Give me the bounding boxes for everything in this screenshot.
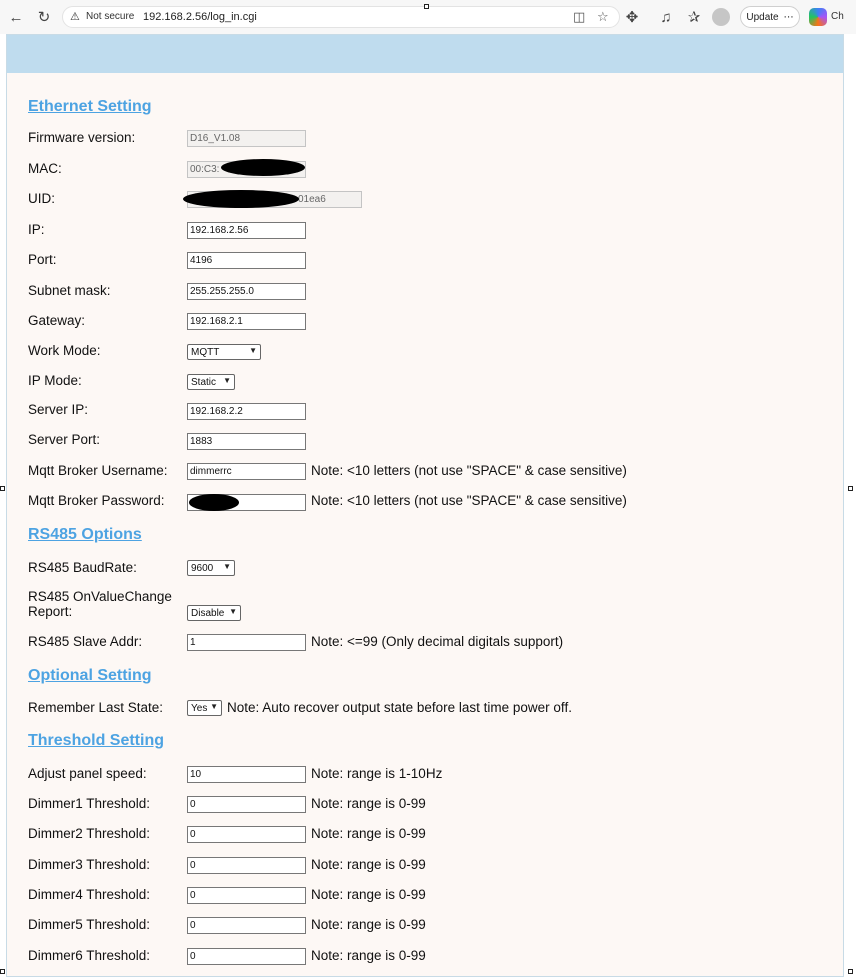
remember-state-value: Yes <box>191 702 208 714</box>
chevron-down-icon: ▼ <box>210 702 218 711</box>
ip-label: IP: <box>28 222 45 237</box>
device-config-page: Ethernet Setting Firmware version: MAC: … <box>6 34 844 977</box>
rs485-slave-note: Note: <=99 (Only decimal digitals suppor… <box>311 634 564 649</box>
rs485-options-heading[interactable]: RS485 Options <box>28 526 142 544</box>
rs485-baudrate-select[interactable]: 9600 ▼ <box>187 560 235 576</box>
threshold-row-note: Note: range is 0-99 <box>311 948 426 963</box>
threshold-row-note: Note: range is 0-99 <box>311 917 426 932</box>
copilot-icon[interactable] <box>809 8 827 26</box>
reload-icon[interactable]: ↻ <box>34 7 54 27</box>
reader-mode-icon[interactable]: ◫ <box>573 9 585 25</box>
threshold-row-note: Note: range is 0-99 <box>311 826 426 841</box>
rs485-slave-label: RS485 Slave Addr: <box>28 634 143 649</box>
mqtt-username-note: Note: <10 letters (not use "SPACE" & cas… <box>311 463 627 478</box>
threshold-row-label: Dimmer1 Threshold: <box>28 796 151 811</box>
dimmer1-threshold-input[interactable] <box>187 796 306 813</box>
update-label: Update <box>746 11 779 23</box>
rs485-onchange-value: Disable <box>191 607 225 619</box>
firmware-version-field <box>187 130 306 147</box>
redaction-mark <box>189 494 239 511</box>
mqtt-username-label: Mqtt Broker Username: <box>28 463 168 478</box>
security-label[interactable]: Not secure <box>86 11 134 22</box>
chevron-down-icon: ▼ <box>223 376 231 385</box>
mqtt-password-note: Note: <10 letters (not use "SPACE" & cas… <box>311 493 627 508</box>
favorites-icon[interactable]: ✰ <box>684 7 704 27</box>
update-button[interactable]: Update ⋯ <box>740 6 800 28</box>
redaction-mark <box>183 190 299 208</box>
chevron-down-icon: ▼ <box>249 346 257 355</box>
threshold-setting-heading[interactable]: Threshold Setting <box>28 732 164 750</box>
dimmer5-threshold-input[interactable] <box>187 917 306 934</box>
more-dots-icon: ⋯ <box>783 11 794 23</box>
rs485-onchange-select[interactable]: Disable ▼ <box>187 605 241 621</box>
subnet-mask-input[interactable] <box>187 283 306 300</box>
selection-handle-icon <box>848 486 853 491</box>
server-ip-input[interactable] <box>187 403 306 420</box>
ip-mode-value: Static <box>191 376 217 388</box>
chevron-down-icon: ▼ <box>223 562 231 571</box>
gateway-input[interactable] <box>187 313 306 330</box>
work-mode-label: Work Mode: <box>28 343 101 358</box>
threshold-row-label: Adjust panel speed: <box>28 766 147 781</box>
work-mode-select[interactable]: MQTT ▼ <box>187 344 261 360</box>
threshold-row-label: Dimmer6 Threshold: <box>28 948 151 963</box>
port-input[interactable] <box>187 252 306 269</box>
mqtt-password-label: Mqtt Broker Password: <box>28 493 165 508</box>
dimmer4-threshold-input[interactable] <box>187 887 306 904</box>
rs485-onchange-label-2: Report: <box>28 604 73 619</box>
server-port-input[interactable] <box>187 433 306 450</box>
selection-handle-icon <box>848 969 853 974</box>
rs485-onchange-label: RS485 OnValueChange <box>28 589 172 604</box>
threshold-row-label: Dimmer5 Threshold: <box>28 917 151 932</box>
firmware-label: Firmware version: <box>28 130 136 145</box>
profile-avatar[interactable] <box>712 8 730 26</box>
selection-handle-icon <box>0 486 5 491</box>
threshold-row-label: Dimmer4 Threshold: <box>28 887 151 902</box>
threshold-row-note: Note: range is 1-10Hz <box>311 766 443 781</box>
panel-speed-input[interactable] <box>187 766 306 783</box>
remember-state-label: Remember Last State: <box>28 700 164 715</box>
optional-setting-heading[interactable]: Optional Setting <box>28 667 152 685</box>
dimmer6-threshold-input[interactable] <box>187 948 306 965</box>
server-ip-label: Server IP: <box>28 402 89 417</box>
remember-state-select[interactable]: Yes ▼ <box>187 700 222 716</box>
gateway-label: Gateway: <box>28 313 86 328</box>
subnet-mask-label: Subnet mask: <box>28 283 111 298</box>
threshold-row-note: Note: range is 0-99 <box>311 857 426 872</box>
url-text: 192.168.2.56/log_in.cgi <box>143 11 257 23</box>
server-port-label: Server Port: <box>28 432 101 447</box>
port-label: Port: <box>28 252 57 267</box>
threshold-row-label: Dimmer2 Threshold: <box>28 826 151 841</box>
mqtt-username-input[interactable] <box>187 463 306 480</box>
uid-label: UID: <box>28 191 55 206</box>
top-banner <box>7 35 843 73</box>
favorite-star-icon[interactable]: ☆ <box>597 9 609 25</box>
media-icon[interactable]: ♫ <box>656 7 676 27</box>
threshold-row-note: Note: range is 0-99 <box>311 796 426 811</box>
redaction-mark <box>221 159 305 176</box>
ip-mode-select[interactable]: Static ▼ <box>187 374 235 390</box>
ip-input[interactable] <box>187 222 306 239</box>
address-bar[interactable]: ⚠ Not secure 192.168.2.56/log_in.cgi ◫ ☆ <box>62 6 620 28</box>
selection-handle-icon <box>424 4 429 9</box>
back-arrow-icon[interactable]: ← <box>6 7 26 27</box>
threshold-row-label: Dimmer3 Threshold: <box>28 857 151 872</box>
extensions-icon[interactable]: ✥ <box>622 7 642 27</box>
warning-icon: ⚠ <box>70 11 80 23</box>
remember-state-note: Note: Auto recover output state before l… <box>227 700 572 715</box>
rs485-baudrate-label: RS485 BaudRate: <box>28 560 137 575</box>
mac-label: MAC: <box>28 161 62 176</box>
copilot-label: Ch <box>831 11 844 22</box>
dimmer2-threshold-input[interactable] <box>187 826 306 843</box>
dimmer3-threshold-input[interactable] <box>187 857 306 874</box>
ip-mode-label: IP Mode: <box>28 373 82 388</box>
selection-handle-icon <box>0 969 5 974</box>
ethernet-setting-heading[interactable]: Ethernet Setting <box>28 98 152 116</box>
threshold-row-note: Note: range is 0-99 <box>311 887 426 902</box>
work-mode-value: MQTT <box>191 346 220 358</box>
rs485-baudrate-value: 9600 <box>191 562 214 574</box>
rs485-slave-input[interactable] <box>187 634 306 651</box>
chevron-down-icon: ▼ <box>229 607 237 616</box>
